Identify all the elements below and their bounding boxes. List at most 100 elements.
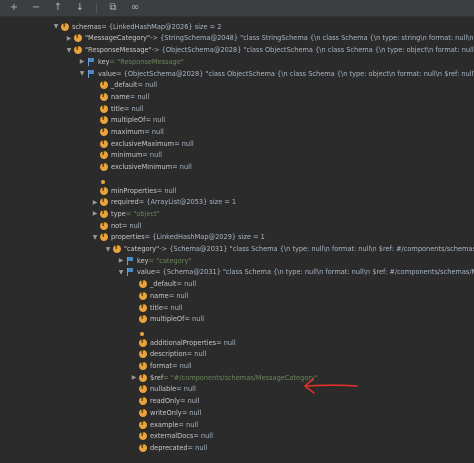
tree-row[interactable]: exclusiveMinimum = null [91,161,192,173]
variable-value: = "#/components/schemas/MessageCategory" [163,373,318,382]
collapse-arrow-icon[interactable]: ▼ [65,47,73,54]
tree-row[interactable]: additionalProperties = null [130,337,236,349]
collapse-arrow-icon[interactable]: ▼ [78,70,86,77]
variable-value: = null [129,92,150,101]
variable-value: = null [172,362,192,371]
minus-icon[interactable]: − [30,3,42,13]
collapse-arrow-icon[interactable]: ▼ [117,269,125,276]
variable-value: = "category" [148,256,192,265]
entry-flag-icon [87,57,95,66]
collapse-arrow-icon[interactable]: ▼ [91,234,99,241]
tree-row[interactable]: nullable = null [130,384,196,396]
field-icon [100,92,108,101]
expand-arrow-icon[interactable]: ▶ [91,210,99,217]
tree-row[interactable]: format = null [130,360,192,372]
variable-name: $ref [150,373,164,382]
expand-arrow-icon[interactable]: ▶ [65,35,73,42]
variable-name: schemas [72,22,102,31]
variable-name: exclusiveMaximum [111,139,175,148]
arrow-down-icon[interactable]: ↓ [74,3,86,13]
copy-icon[interactable]: ⧉ [107,3,119,13]
variable-name: maximum [111,128,145,137]
tree-row[interactable]: _default = null [91,80,157,92]
variable-name: value [98,69,117,78]
plus-icon[interactable]: + [8,3,20,13]
variable-name: deprecated [150,443,188,452]
variable-name: value [137,268,156,277]
variable-value: = null [176,385,196,394]
collapse-arrow-icon[interactable]: ▼ [52,23,60,30]
tree-row[interactable]: exclusiveMaximum = null [91,138,194,150]
tree-row[interactable]: title = null [91,103,144,115]
field-icon [100,197,108,207]
tree-row[interactable]: ▼ properties = {LinkedHashMap@2029} size … [91,232,265,244]
tree-row[interactable]: readOnly = null [130,395,200,407]
tree-row[interactable]: ▼ schemas = {LinkedHashMap@2026} size = 2 [52,21,221,33]
variable-value: = null [172,163,192,172]
tree-row[interactable]: ▼ "ResponseMessage" -> {ObjectSchema@2028… [65,44,474,56]
variable-name: example [150,420,179,429]
tree-row[interactable]: ▶ type = "object" [91,208,160,220]
entry-flag-icon [126,268,134,277]
tree-row[interactable]: ▶ $ref = "#/components/schemas/MessageCat… [130,372,318,384]
variable-name: properties [111,233,145,242]
variable-name: "MessageCategory" [85,34,151,43]
expand-arrow-icon[interactable]: ▶ [78,58,86,65]
variable-name: type [111,209,126,218]
tree-row[interactable]: minProperties = null [91,185,176,197]
variable-name: name [150,291,169,300]
tree-row[interactable]: ▶ key = "category" [117,255,191,267]
variable-name: readOnly [150,397,180,406]
tree-row[interactable]: ▶ "MessageCategory" -> {StringSchema@2048… [65,33,474,45]
glasses-icon[interactable]: ∞ [129,3,141,13]
field-icon [139,384,147,394]
field-icon [139,361,147,371]
tree-row[interactable]: writeOnly = null [130,407,201,419]
collapse-arrow-icon[interactable]: ▼ [104,246,112,253]
variable-value: = null [156,186,177,195]
tree-row[interactable]: multipleOf = null [91,115,165,127]
arrow-up-icon[interactable]: ↑ [52,3,64,13]
tree-row[interactable]: name = null [91,91,149,103]
field-icon [139,314,147,324]
field-icon [100,150,108,160]
tree-row[interactable]: multipleOf = null [130,314,204,326]
variable-name: "ResponseMessage" [85,46,152,55]
red-arrow-icon [304,378,358,394]
entry-flag-icon [126,256,134,265]
tree-row[interactable]: deprecated = null [130,442,207,454]
tree-row[interactable]: example = null [130,419,198,431]
variable-name: _default [111,81,138,90]
tree-row[interactable]: description = null [130,349,206,361]
expand-arrow-icon[interactable]: ▶ [91,199,99,206]
variable-name: multipleOf [150,315,185,324]
expand-arrow-icon[interactable]: ▶ [130,374,138,381]
field-icon [139,349,147,359]
tree-row[interactable]: externalDocs = null [130,431,213,443]
tree-row[interactable]: ▶ required = {ArrayList@2053} size = 1 [91,197,236,209]
tree-row[interactable]: ▼ value = {Schema@2031} "class Schema {\n… [117,267,474,279]
field-icon [139,408,147,417]
variable-name: minimum [111,151,143,160]
tree-row[interactable]: name = null [130,290,188,302]
variable-name: "category" [124,245,160,254]
variable-value: = null [178,420,199,429]
debugger-toolbar: + − ↑ ↓ ⧉ ∞ [0,0,474,17]
variable-value: = {LinkedHashMap@2029} size = 1 [144,233,265,242]
tree-row[interactable]: ▼ "category" -> {Schema@2031} "class Sche… [104,243,474,255]
tree-row[interactable]: maximum = null [91,126,164,138]
ellipsis-dot [101,180,105,185]
variable-name: title [111,104,124,113]
variable-value: -> {StringSchema@2048} "class StringSche… [150,34,474,43]
tree-row[interactable]: minimum = null [91,150,162,162]
variable-name: multipleOf [111,116,146,125]
variable-value: -> {Schema@2031} "class Schema {\n type:… [159,245,474,254]
tree-row[interactable]: not = null [91,220,141,232]
tree-row[interactable]: _default = null [130,278,196,290]
variable-value: = null [186,350,207,359]
tree-row[interactable]: title = null [130,302,183,314]
tree-row[interactable]: ▼ value = {ObjectSchema@2028} "class Obje… [78,68,474,80]
expand-arrow-icon[interactable]: ▶ [117,257,125,264]
tree-row[interactable]: ▶ key = "ResponseMessage" [78,56,184,68]
field-icon [113,244,121,254]
